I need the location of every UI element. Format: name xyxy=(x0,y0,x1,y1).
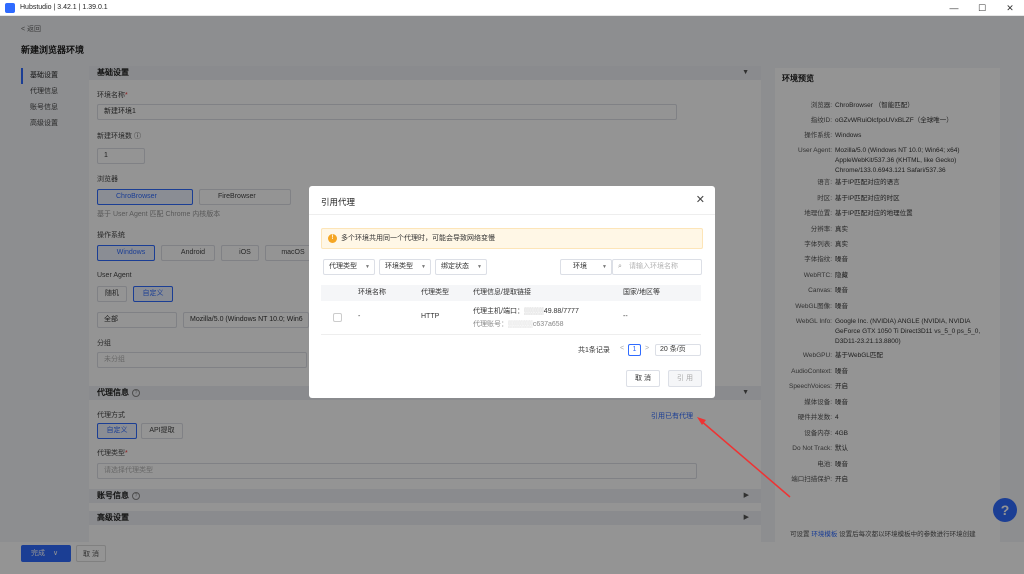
env-select-label: 环境 xyxy=(573,263,587,270)
col-proxy-type: 代理类型 xyxy=(421,289,449,296)
env-select[interactable]: 环境 ▼ xyxy=(560,259,612,275)
account-label: 代理账号： xyxy=(473,321,508,328)
chevron-down-icon: ▼ xyxy=(602,264,607,270)
filter-label: 环境类型 xyxy=(385,263,413,270)
app-logo-icon xyxy=(5,2,15,13)
page-size-select[interactable]: 20 条/页 xyxy=(655,344,701,356)
filter-label: 代理类型 xyxy=(329,263,357,270)
dialog-cancel-button[interactable]: 取 消 xyxy=(626,370,660,387)
filter-label: 绑定状态 xyxy=(441,263,469,270)
env-search-input[interactable]: ⌕ 请输入环境名称 xyxy=(612,259,702,275)
row-checkbox[interactable] xyxy=(333,313,342,322)
account-value: c637a658 xyxy=(532,321,564,328)
window-title: Hubstudio | 3.42.1 | 1.39.0.1 xyxy=(20,4,108,11)
quote-proxy-dialog: 引用代理 ✕ ! 多个环境共用同一个代理时，可能会导致网络变慢 代理类型 ▼ 环境… xyxy=(309,186,715,398)
chevron-down-icon: ▼ xyxy=(365,264,370,270)
col-proxy-info: 代理信息/提取链接 xyxy=(473,289,531,296)
masked-account: ▒▒▒▒▒ xyxy=(508,321,533,328)
chevron-down-icon: ▼ xyxy=(421,264,426,270)
env-type-filter[interactable]: 环境类型 ▼ xyxy=(379,259,431,275)
prev-page-icon[interactable]: < xyxy=(620,345,624,352)
search-icon: ⌕ xyxy=(618,263,622,270)
row-proxy-type: HTTP xyxy=(421,313,440,320)
proxy-table-header: 环境名称 代理类型 代理信息/提取链接 国家/地区等 xyxy=(321,285,701,301)
masked-host: ▒▒▒▒ xyxy=(523,308,544,315)
row-proxy-host: 代理主机/端口：▒▒▒▒49.88/7777 xyxy=(473,306,579,316)
row-proxy-account: 代理账号：▒▒▒▒▒c637a658 xyxy=(473,319,564,329)
warning-icon: ! xyxy=(328,234,337,243)
proxy-type-filter[interactable]: 代理类型 ▼ xyxy=(323,259,375,275)
host-label: 代理主机/端口： xyxy=(473,308,524,315)
close-window-button[interactable]: ✕ xyxy=(996,0,1024,16)
col-env-name: 环境名称 xyxy=(358,289,386,296)
next-page-icon[interactable]: > xyxy=(645,345,649,352)
search-placeholder: 请输入环境名称 xyxy=(629,263,678,270)
warning-text: 多个环境共用同一个代理时，可能会导致网络变慢 xyxy=(341,235,495,242)
page-1-button[interactable]: 1 xyxy=(628,344,641,356)
col-country: 国家/地区等 xyxy=(623,289,660,296)
chevron-down-icon: ▼ xyxy=(477,264,482,270)
row-env-name: - xyxy=(358,313,361,320)
window-titlebar: Hubstudio | 3.42.1 | 1.39.0.1 — ☐ ✕ xyxy=(0,0,1024,16)
maximize-button[interactable]: ☐ xyxy=(968,0,996,16)
row-country: -- xyxy=(623,313,628,320)
warning-banner: ! 多个环境共用同一个代理时，可能会导致网络变慢 xyxy=(321,228,703,249)
host-value: 49.88/7777 xyxy=(543,308,579,315)
dialog-title: 引用代理 xyxy=(321,197,356,207)
bind-status-filter[interactable]: 绑定状态 ▼ xyxy=(435,259,487,275)
table-row[interactable]: - HTTP 代理主机/端口：▒▒▒▒49.88/7777 代理账号：▒▒▒▒▒… xyxy=(321,301,701,335)
close-icon[interactable]: ✕ xyxy=(696,193,705,206)
minimize-button[interactable]: — xyxy=(940,0,968,16)
dialog-quote-button[interactable]: 引 用 xyxy=(668,370,702,387)
total-records: 共1条记录 xyxy=(578,347,610,354)
